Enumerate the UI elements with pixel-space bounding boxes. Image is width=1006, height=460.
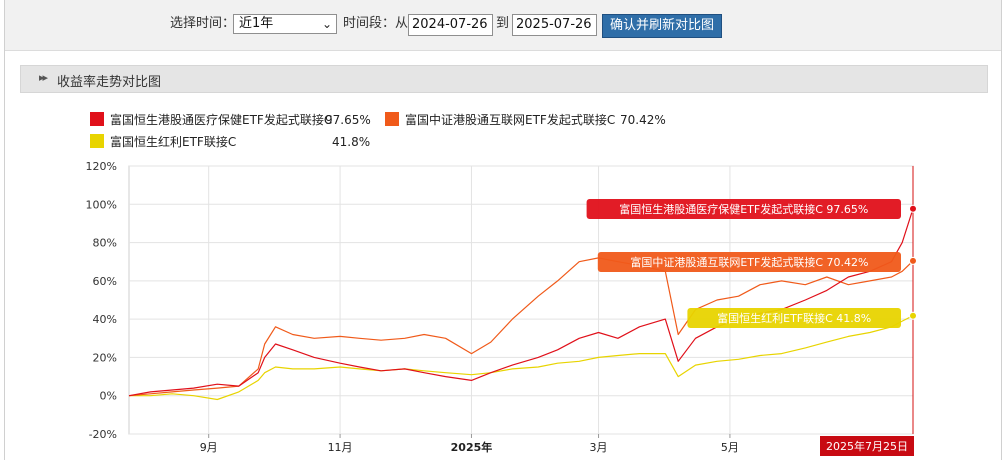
series-end-label-1: 富国恒生港股通医疗保健ETF发起式联接C 97.65% [619, 202, 868, 216]
y-tick-label: 80% [93, 237, 117, 250]
x-tick-label: 5月 [721, 441, 739, 454]
x-tick-label: 9月 [200, 441, 218, 454]
x-tick-label: 3月 [590, 441, 608, 454]
crosshair-date-label: 2025年7月25日 [826, 439, 908, 453]
y-tick-label: 60% [93, 275, 117, 288]
y-tick-label: 40% [93, 313, 117, 326]
x-tick-label: 11月 [328, 441, 353, 454]
series-end-marker-1 [909, 204, 917, 213]
series-end-label-2: 富国中证港股通互联网ETF发起式联接C 70.42% [630, 255, 868, 269]
y-tick-label: 20% [93, 351, 117, 364]
y-tick-label: 120% [86, 160, 117, 173]
y-tick-label: 0% [100, 390, 117, 403]
series-end-label-3: 富国恒生红利ETF联接C 41.8% [717, 311, 871, 325]
series-end-marker-2 [909, 256, 917, 265]
series-end-marker-3 [909, 311, 917, 320]
y-tick-label: 100% [86, 198, 117, 211]
return-comparison-chart: 120% 100% 80% 60% 40% 20% 0% -20% 9月 11月 2025年 3月 5月… [86, 160, 917, 456]
x-tick-label: 2025年 [451, 440, 493, 454]
series-line-1 [128, 208, 914, 397]
y-tick-label: -20% [89, 428, 117, 441]
